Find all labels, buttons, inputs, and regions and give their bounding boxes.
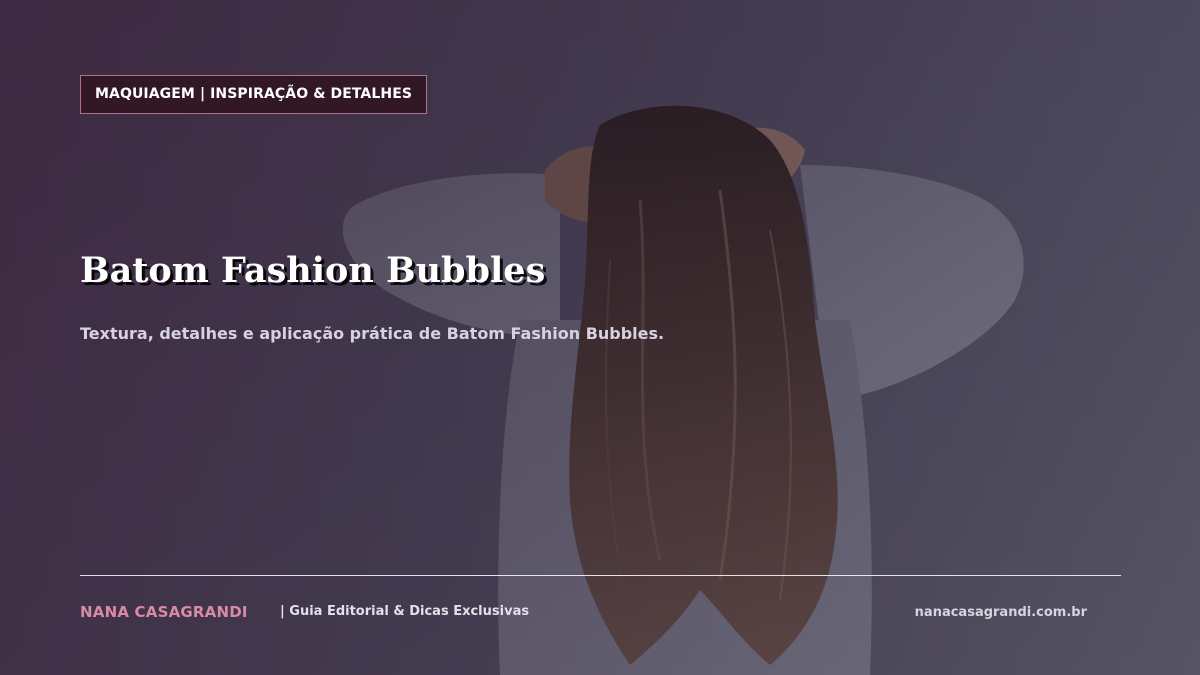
brand-name: NANA CASAGRANDI	[80, 603, 248, 621]
footer-divider	[80, 575, 1121, 576]
category-badge: MAQUIAGEM | INSPIRAÇÃO & DETALHES	[80, 75, 428, 114]
website-url: nanacasagrandi.com.br	[914, 605, 1087, 620]
article-subtitle: Textura, detalhes e aplicação prática de…	[80, 324, 665, 343]
brand-tagline: | Guia Editorial & Dicas Exclusivas	[280, 604, 530, 619]
article-title: Batom Fashion Bubbles	[80, 250, 546, 291]
